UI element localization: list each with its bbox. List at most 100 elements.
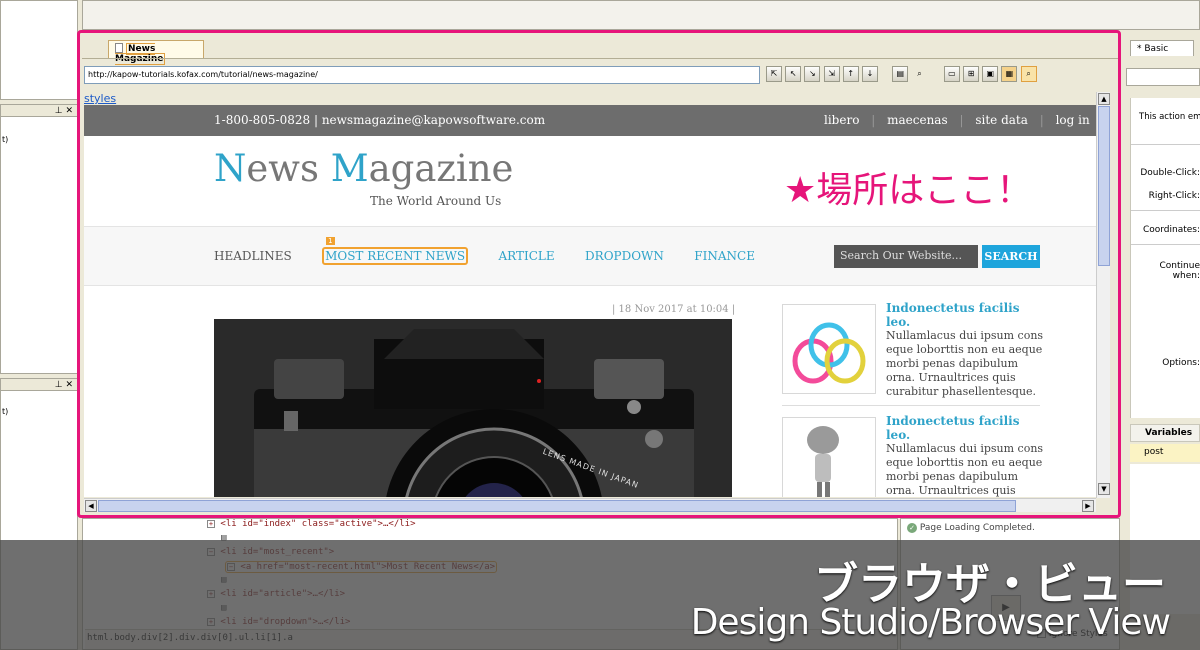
doc-tab[interactable]: News Magazine <box>108 40 204 65</box>
find-icon[interactable]: ⌕ <box>1020 66 1037 82</box>
site-logo[interactable]: News Magazine <box>214 147 513 190</box>
scroll-down-icon[interactable]: ▼ <box>1098 483 1110 495</box>
divider <box>1131 244 1200 245</box>
ignore-styles-label: Ignore Styles <box>1048 629 1108 639</box>
dom-line-article[interactable]: + <li id="article">…</li> <box>207 589 345 599</box>
tab-basic[interactable]: * Basic <box>1130 40 1194 56</box>
dom-line-most-recent-text: <li id="most_recent"> <box>220 547 335 557</box>
play-icon: ▶ <box>1002 602 1010 613</box>
expand-icon[interactable]: + <box>207 589 215 598</box>
action-description: This action em <box>1139 112 1200 122</box>
horizontal-scrollbar[interactable]: ◀ ▶ <box>84 498 1096 512</box>
dom-line-article-text: <li id="article">…</li> <box>220 589 346 599</box>
properties-panel: * Basic This action em Double-Click: Rig… <box>1122 34 1200 650</box>
status-panel: ✓ Page Loading Completed. ▶ Ignore Style… <box>900 518 1120 650</box>
tab-basic-label: Basic <box>1144 44 1169 54</box>
play-button[interactable]: ▶ <box>991 595 1021 621</box>
nav-next-icon[interactable]: ↘ <box>804 66 821 82</box>
checkbox-icon[interactable] <box>1037 629 1046 638</box>
article-thumb-robot[interactable] <box>782 417 876 497</box>
properties-field[interactable] <box>1126 68 1200 86</box>
variable-item[interactable]: post <box>1130 444 1200 462</box>
frames-icon[interactable]: ▦ <box>1001 66 1018 82</box>
toolbar: ⇱ ↖ ↘ ⇲ ↑ ↓ ▤ ⌕ ▭ ⊞ ▣ ▦ ⌕ <box>766 66 1096 84</box>
windows-icon[interactable]: ▣ <box>982 66 999 82</box>
nav-last-icon[interactable]: ⇲ <box>823 66 840 82</box>
article-1: Indonectetus facilis leo. Nullamlacus du… <box>886 301 1046 399</box>
url-bar[interactable]: http://kapow-tutorials.kofax.com/tutoria… <box>84 66 760 84</box>
nav-headlines[interactable]: HEADLINES <box>214 249 292 263</box>
topbar-link-log-in[interactable]: log in <box>1056 113 1090 127</box>
scroll-left-icon[interactable]: ◀ <box>85 500 97 512</box>
dom-line-anchor-selected[interactable]: − <a href="most-recent.html">Most Recent… <box>225 561 498 573</box>
collapse-icon[interactable]: − <box>207 547 215 556</box>
window-icon[interactable]: ▭ <box>943 66 960 82</box>
collapse-icon[interactable]: − <box>227 562 235 571</box>
variables-header[interactable]: Variables <box>1130 424 1200 442</box>
left-panel-top <box>0 0 78 100</box>
site-topbar: 1-800-805-0828 | newsmagazine@kapowsoftw… <box>84 105 1096 136</box>
article-1-title[interactable]: Indonectetus facilis leo. <box>886 301 1046 329</box>
nav-down-icon[interactable]: ↓ <box>861 66 878 82</box>
close-icon[interactable]: ✕ <box>65 380 73 390</box>
dom-line-dropdown-text: <li id="dropdown">…</li> <box>220 617 351 627</box>
topbar-link-libero[interactable]: libero <box>824 113 859 127</box>
nav-most-recent-news[interactable]: MOST RECENT NEWS <box>322 247 469 265</box>
pin-icon[interactable]: ⊥ <box>55 106 63 116</box>
continue-when-label: Continue when: <box>1159 261 1200 281</box>
nav-first-icon[interactable]: ⇱ <box>766 66 782 82</box>
dom-line-anchor-text: <a href="most-recent.html">Most Recent N… <box>240 562 496 572</box>
panel-header: ⊥ ✕ <box>1 105 77 117</box>
tab-line <box>82 58 1118 59</box>
nav-up-icon[interactable]: ↑ <box>842 66 859 82</box>
article-thumb-slinky[interactable] <box>782 304 876 394</box>
article-divider <box>782 405 1040 406</box>
status-text: Page Loading Completed. <box>919 523 1035 533</box>
add-window-icon[interactable]: ⊞ <box>963 66 980 82</box>
divider <box>1131 144 1200 145</box>
dom-line-most-recent[interactable]: − <li id="most_recent"> <box>207 547 334 557</box>
article-2-title[interactable]: Indonectetus facilis leo. <box>886 414 1046 442</box>
nav-article[interactable]: ARTICLE <box>499 249 555 263</box>
properties-body: This action em Double-Click: Right-Click… <box>1130 98 1200 418</box>
expand-icon[interactable]: + <box>207 617 215 626</box>
double-click-label: Double-Click: <box>1140 168 1200 178</box>
vertical-scroll-thumb[interactable] <box>1098 106 1110 266</box>
vertical-scrollbar[interactable]: ▲ ▼ <box>1096 92 1110 498</box>
dom-path[interactable]: html.body.div[2].div.div[0].ul.li[1].a <box>87 633 293 643</box>
topbar-links: libero | maecenas | site data | log in <box>824 113 1090 127</box>
dom-line-index[interactable]: + <li id="index" class="active">…</li> <box>207 519 416 529</box>
scroll-right-icon[interactable]: ▶ <box>1082 500 1094 512</box>
nav-prev-icon[interactable]: ↖ <box>785 66 802 82</box>
browser-view: News Magazine http://kapow-tutorials.kof… <box>82 34 1118 518</box>
magnify-icon[interactable]: ⌕ <box>912 67 928 83</box>
close-icon[interactable]: ✕ <box>65 106 73 116</box>
horizontal-scroll-thumb[interactable] <box>98 500 1016 512</box>
article-date: | 18 Nov 2017 at 10:04 | <box>612 304 736 315</box>
page-icon <box>115 43 123 53</box>
logo-part-ews: ews <box>246 147 331 190</box>
article-2-body: Nullamlacus dui ipsum cons eque lobortti… <box>886 442 1044 497</box>
panel-header: ⊥ ✕ <box>1 379 77 391</box>
expand-icon[interactable]: + <box>207 519 215 528</box>
styles-link[interactable]: styles <box>84 92 116 105</box>
nav-dropdown[interactable]: DROPDOWN <box>585 249 664 263</box>
ignore-styles-option[interactable]: Ignore Styles <box>1037 629 1108 639</box>
site-nav: HEADLINES 1 MOST RECENT NEWS ARTICLE DRO… <box>214 237 755 265</box>
selection-marker-badge: 1 <box>326 237 335 245</box>
site-search-button[interactable]: SEARCH <box>982 245 1040 268</box>
topbar-contact: 1-800-805-0828 | newsmagazine@kapowsoftw… <box>214 113 546 127</box>
top-strip <box>82 0 1200 30</box>
site-search-input[interactable]: Search Our Website... <box>834 245 978 268</box>
url-value: http://kapow-tutorials.kofax.com/tutoria… <box>88 70 318 79</box>
left-panel-bottom: ⊥ ✕ t) <box>0 378 78 650</box>
scroll-up-icon[interactable]: ▲ <box>1098 93 1110 105</box>
topbar-link-site-data[interactable]: site data <box>975 113 1028 127</box>
nav-finance[interactable]: FINANCE <box>694 249 755 263</box>
document-icon[interactable]: ▤ <box>892 66 909 82</box>
text-node-icon: ▤ <box>221 575 227 585</box>
topbar-link-maecenas[interactable]: maecenas <box>887 113 948 127</box>
dom-line-dropdown[interactable]: + <li id="dropdown">…</li> <box>207 617 350 627</box>
panel-text: t) <box>2 407 9 416</box>
pin-icon[interactable]: ⊥ <box>55 380 63 390</box>
